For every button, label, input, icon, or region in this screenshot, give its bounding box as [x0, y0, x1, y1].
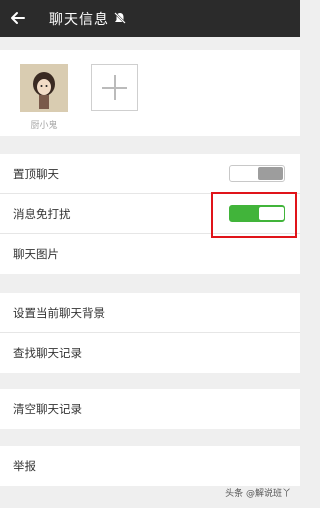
row-label: 举报 [13, 459, 36, 473]
highlight-box [211, 192, 297, 238]
avatar-icon [20, 64, 68, 112]
page-title: 聊天信息 [49, 12, 109, 28]
row-set-background[interactable]: 设置当前聊天背景 [0, 293, 300, 333]
settings-group-report: 举报 [0, 446, 300, 486]
settings-group-background: 设置当前聊天背景 查找聊天记录 [0, 293, 300, 373]
row-label: 聊天图片 [13, 247, 59, 261]
title-bar: 聊天信息 [0, 0, 300, 37]
back-arrow-icon[interactable] [8, 8, 28, 28]
row-label: 设置当前聊天背景 [13, 306, 105, 320]
row-label: 消息免打扰 [13, 207, 71, 221]
add-member-button[interactable] [91, 64, 138, 111]
watermark: 头条 @解说班丫 [225, 489, 291, 499]
row-clear-history[interactable]: 清空聊天记录 [0, 389, 300, 429]
row-chat-images[interactable]: 聊天图片 [0, 234, 300, 274]
row-label: 查找聊天记录 [13, 346, 82, 360]
row-label: 清空聊天记录 [13, 402, 82, 416]
row-pin-chat[interactable]: 置顶聊天 [0, 154, 300, 194]
pin-chat-toggle[interactable] [229, 165, 285, 182]
toggle-knob [258, 167, 283, 180]
row-label: 置顶聊天 [13, 167, 59, 181]
row-report[interactable]: 举报 [0, 446, 300, 486]
row-search-history[interactable]: 查找聊天记录 [0, 333, 300, 373]
bell-muted-icon [114, 12, 126, 24]
member-name: 厨小鬼 [30, 121, 58, 131]
members-panel: 厨小鬼 [0, 50, 300, 136]
settings-group-clear: 清空聊天记录 [0, 389, 300, 429]
avatar[interactable] [20, 64, 68, 112]
